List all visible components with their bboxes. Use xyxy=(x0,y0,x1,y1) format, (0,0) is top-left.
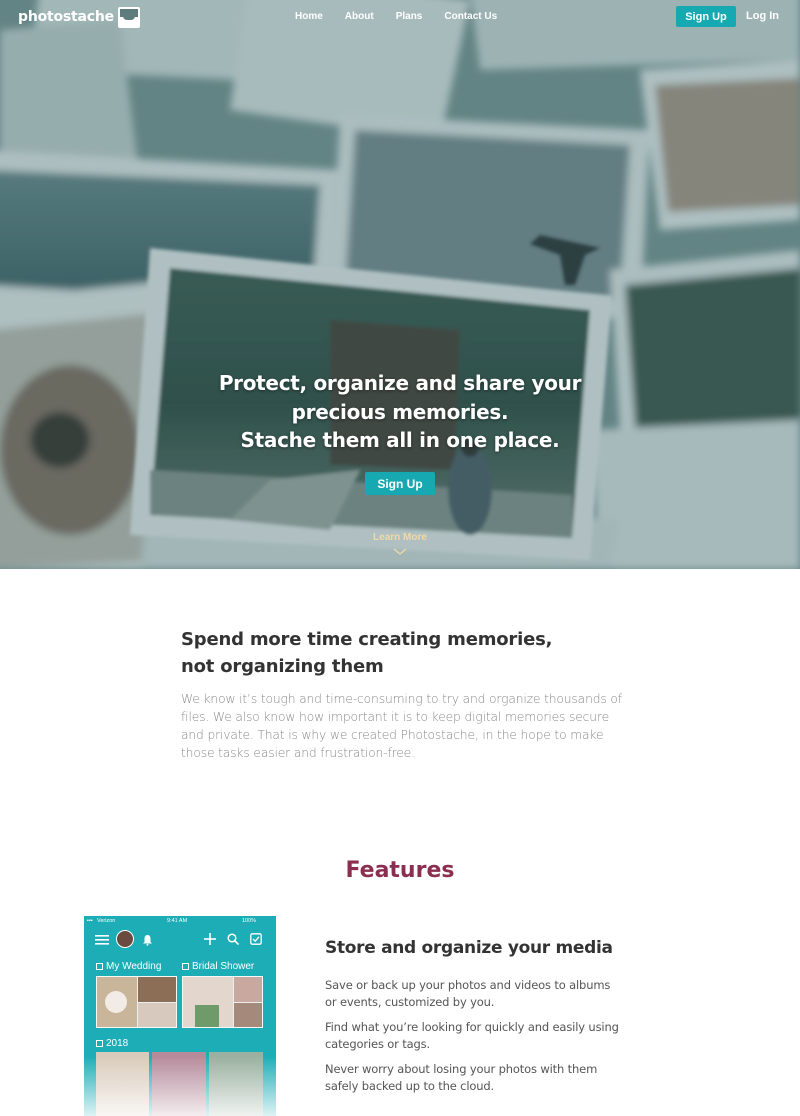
hero-headline-line-1: Protect, organize and share your xyxy=(218,371,582,395)
album-label-my-wedding: My Wedding xyxy=(96,961,161,972)
hero-headline-line-3: Stache them all in one place. xyxy=(240,428,560,452)
intro-paragraph: We know it’s tough and time-consuming to… xyxy=(181,692,622,760)
top-navigation: photostache Home About Plans Contact Us … xyxy=(0,0,800,34)
chevron-down-icon[interactable] xyxy=(393,548,407,556)
status-time: 9:41 AM xyxy=(167,918,188,924)
logo-wordmark: photostache xyxy=(18,9,114,25)
checkbox-select-icon xyxy=(250,933,262,945)
nav-link-contact-us[interactable]: Contact Us xyxy=(444,11,497,22)
nav-login-link[interactable]: Log In xyxy=(746,10,779,22)
carrier-label: Verizon xyxy=(97,918,116,924)
battery-percent: 100% xyxy=(242,918,257,924)
intro-heading-line-1: Spend more time creating memories, xyxy=(181,629,553,650)
feature-store-paragraph-1: Save or back up your photos and videos t… xyxy=(325,978,611,1009)
nav-link-plans[interactable]: Plans xyxy=(396,11,423,22)
signal-icon: ▪▪▪ xyxy=(87,918,93,924)
phone-app-toolbar xyxy=(84,930,276,950)
album-icon xyxy=(96,963,103,970)
hamburger-menu-icon xyxy=(95,935,109,945)
feature-store-paragraph-3: Never worry about losing your photos wit… xyxy=(325,1062,598,1093)
nav-link-about[interactable]: About xyxy=(345,11,374,22)
album-label-bridal-shower: Bridal Shower xyxy=(182,961,254,972)
album-thumbnail-my-wedding xyxy=(96,976,177,1028)
hero-headline-line-2: precious memories. xyxy=(291,399,509,424)
intro-heading: Spend more time creating memories, not o… xyxy=(181,627,641,680)
bell-icon xyxy=(143,935,152,946)
nav-link-home[interactable]: Home xyxy=(295,11,323,22)
feature-store-paragraph-2: Find what you’re looking for quickly and… xyxy=(325,1020,619,1051)
nav-links: Home About Plans Contact Us xyxy=(295,11,497,22)
features-heading: Features xyxy=(345,858,455,883)
album-thumbnail-bridal-shower xyxy=(182,976,263,1028)
search-icon xyxy=(227,933,239,945)
hero-headline: Protect, organize and share your preciou… xyxy=(200,369,600,455)
album-label-2018: 2018 xyxy=(96,1038,128,1049)
plus-icon xyxy=(204,933,216,945)
album-icon xyxy=(182,963,189,970)
feature-store-heading: Store and organize your media xyxy=(325,938,613,958)
nav-signup-button[interactable]: Sign Up xyxy=(676,6,736,27)
hero-section: photostache Home About Plans Contact Us … xyxy=(0,0,800,569)
phone-app-screenshot: ▪▪▪ Verizon 9:41 AM 100% My Wedding Brid… xyxy=(84,916,276,1116)
learn-more-link[interactable]: Learn More xyxy=(350,532,450,543)
intro-heading-line-2: not organizing them xyxy=(181,655,384,677)
album-icon xyxy=(96,1040,103,1047)
photostache-logo[interactable]: photostache xyxy=(18,6,140,28)
hero-signup-button[interactable]: Sign Up xyxy=(365,472,435,495)
phone-status-bar: ▪▪▪ Verizon 9:41 AM 100% xyxy=(84,918,276,927)
avatar xyxy=(116,930,134,948)
mustache-box-icon xyxy=(117,6,140,28)
